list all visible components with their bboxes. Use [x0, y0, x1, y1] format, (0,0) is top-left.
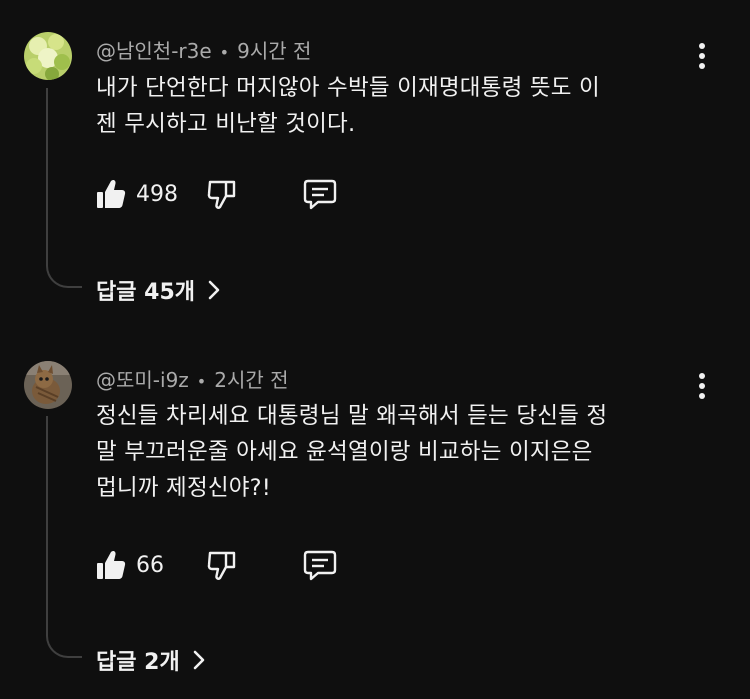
comment-text: 정신들 차리세요 대통령님 말 왜곡해서 듣는 당신들 정 말 부끄러운줄 아세… [96, 398, 696, 506]
like-count: 66 [136, 552, 164, 578]
thumbs-down-icon [207, 551, 236, 580]
view-replies-button[interactable]: 답글 2개 [96, 644, 206, 676]
thread-line [46, 416, 82, 658]
dislike-button[interactable] [206, 549, 238, 581]
avatar-image-cat [24, 361, 72, 409]
comment-actions: 66 [96, 545, 338, 585]
comment-2: @또미-i9z • 2시간 전 정신들 차리세요 대통령님 말 왜곡해서 듣는 당신… [0, 0, 750, 699]
avatar[interactable] [24, 361, 72, 409]
replies-label: 답글 2개 [96, 650, 180, 675]
reply-comment-icon [303, 550, 337, 581]
comment-text-line: 멉니까 제정신야?! [96, 475, 272, 501]
reply-button[interactable] [302, 548, 338, 582]
like-button[interactable]: 66 [96, 549, 164, 581]
comment-text-line: 말 부끄러운줄 아세요 윤석열이랑 비교하는 이지은은 [96, 439, 593, 465]
chevron-right-icon [193, 650, 204, 670]
meta-separator: • [196, 372, 207, 391]
comment-text-line: 정신들 차리세요 대통령님 말 왜곡해서 듣는 당신들 정 [96, 403, 608, 429]
timestamp: 2시간 전 [214, 368, 289, 392]
thumbs-up-icon [97, 550, 126, 579]
author-name[interactable]: @또미-i9z [96, 368, 189, 392]
comment-meta: @또미-i9z • 2시간 전 [96, 364, 289, 393]
